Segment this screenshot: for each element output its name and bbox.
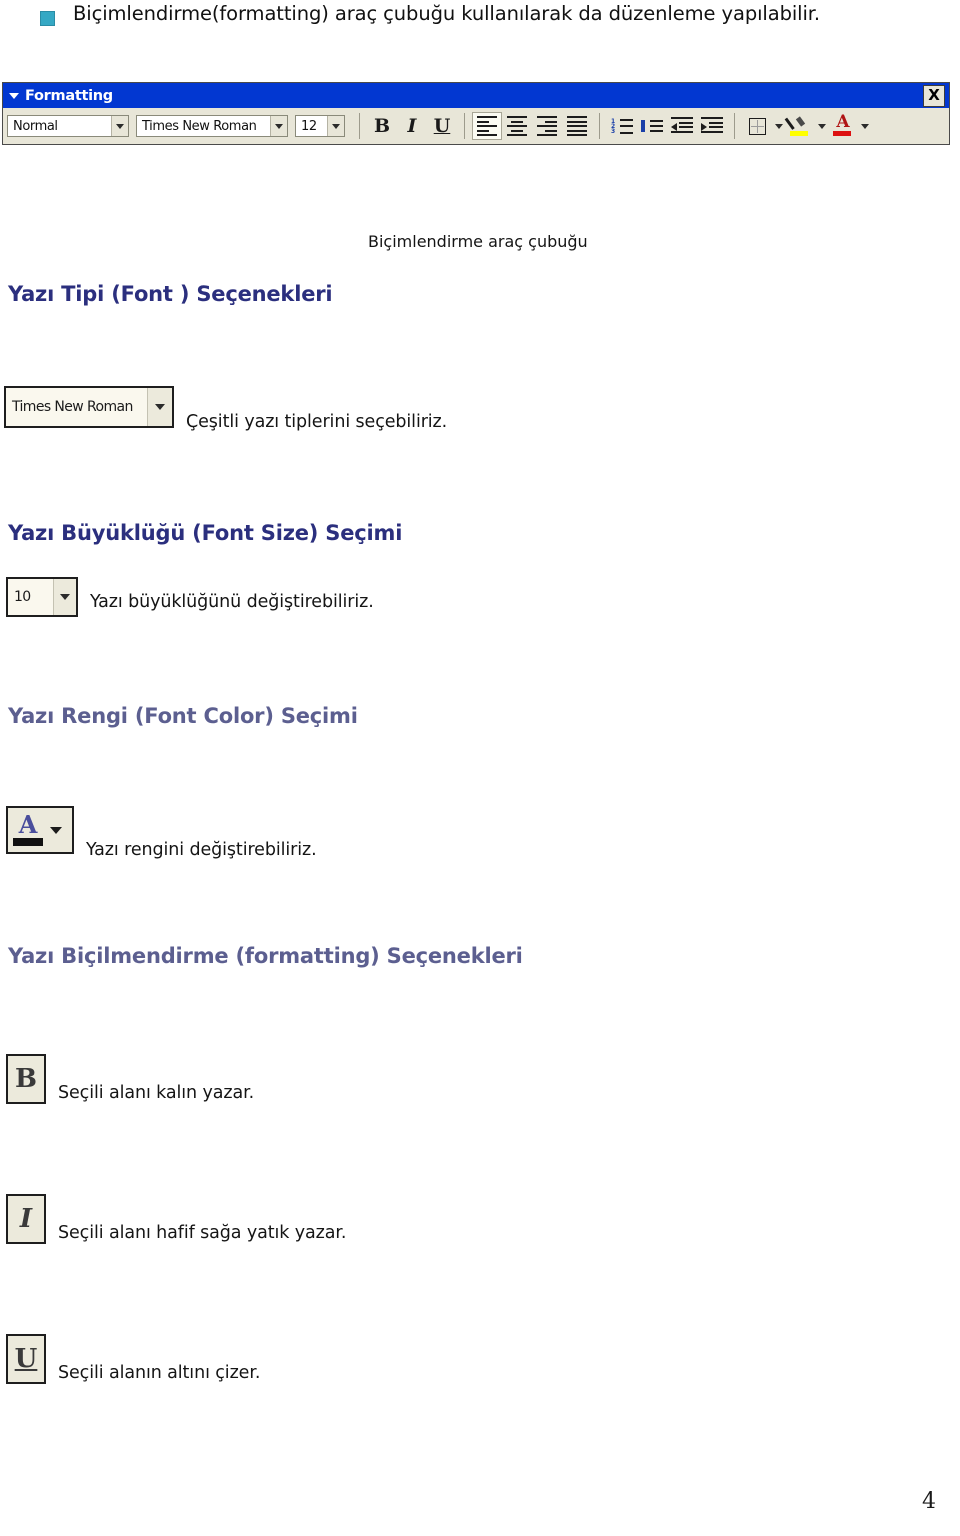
bold-description: Seçili alanı kalın yazar. [58,1083,255,1103]
bulleted-list-button[interactable] [637,112,667,140]
align-justify-icon [567,116,587,136]
font-size-dropdown-value: 12 [301,118,317,134]
numbered-list-icon: 123 [611,118,633,134]
underline-button[interactable]: U [427,112,457,140]
formatting-toolbar[interactable]: Formatting X Normal Times New Roman 12 B… [2,82,950,145]
underline-icon: U [433,114,451,137]
chevron-down-icon[interactable] [9,92,19,99]
borders-split-button[interactable] [742,112,785,140]
toolbar-titlebar[interactable]: Formatting X [3,83,949,108]
underline-button-screenshot[interactable]: U [6,1334,46,1384]
font-color-dropdown-arrow-icon[interactable] [858,113,871,139]
align-center-button[interactable] [502,112,532,140]
italic-icon: I [407,114,417,137]
font-color-split-button[interactable]: A [828,112,871,140]
section-heading-font-type: Yazı Tipi (Font ) Seçenekleri [8,282,333,306]
font-name-dropdown-screenshot[interactable]: Times New Roman [4,386,174,428]
increase-indent-button[interactable] [697,112,727,140]
underline-screenshot-icon: U [14,1344,38,1374]
decrease-indent-icon [671,117,693,135]
highlight-dropdown-arrow-icon[interactable] [815,113,828,139]
page-number: 4 [922,1489,936,1514]
bold-screenshot-icon: B [15,1064,37,1094]
toolbar-separator [359,113,360,139]
toolbar-controls-row: Normal Times New Roman 12 B I U 1 2 3 A [3,108,949,144]
decrease-indent-button[interactable] [667,112,697,140]
font-name-dropdown-value: Times New Roman [142,118,257,134]
bulleted-list-icon [641,120,663,132]
font-color-screenshot-bar [13,838,43,846]
section-heading-formatting: Yazı Biçilmendirme (formatting) Seçenekl… [8,944,523,968]
intro-bullet-line: Biçimlendirme(formatting) araç çubuğu ku… [40,2,820,26]
section-heading-font-color: Yazı Rengi (Font Color) Seçimi [8,704,358,728]
highlight-split-button[interactable] [784,112,828,140]
font-name-dropdown-arrow-icon[interactable] [270,116,287,136]
font-color-screenshot-icon: A [13,813,43,847]
align-left-icon [477,116,497,136]
style-dropdown-arrow-icon[interactable] [111,116,128,136]
font-color-letter: A [836,112,850,132]
increase-indent-icon [701,117,723,135]
intro-bullet-text: Biçimlendirme(formatting) araç çubuğu ku… [73,2,821,25]
font-size-screenshot-value: 10 [14,589,31,605]
toolbar-caption: Biçimlendirme araç çubuğu [368,232,588,251]
bold-icon: B [373,114,391,137]
numbered-list-button[interactable]: 123 [607,112,637,140]
bold-button-screenshot[interactable]: B [6,1054,46,1104]
underline-description: Seçili alanın altını çizer. [58,1363,261,1383]
highlight-pen-icon [784,115,811,137]
bullet-square-icon [40,11,55,26]
toolbar-separator [464,113,465,139]
font-name-screenshot-value: Times New Roman [12,399,133,415]
style-dropdown[interactable]: Normal [7,115,129,137]
toolbar-separator [599,113,600,139]
section-description-font-type: Çeşitli yazı tiplerini seçebiliriz. [186,412,448,432]
font-size-dropdown-arrow-icon[interactable] [327,116,344,136]
close-icon[interactable]: X [923,85,945,107]
font-size-dropdown[interactable]: 12 [295,115,345,137]
align-right-button[interactable] [532,112,562,140]
italic-button-screenshot[interactable]: I [6,1194,46,1244]
font-color-screenshot-letter: A [18,810,38,839]
font-size-screenshot-arrow-icon[interactable] [53,579,76,615]
align-justify-button[interactable] [562,112,592,140]
font-color-button-screenshot[interactable]: A [6,806,74,854]
borders-dropdown-arrow-icon[interactable] [772,113,785,139]
font-color-button[interactable]: A [828,112,858,140]
borders-icon [748,117,766,135]
font-color-icon: A [832,112,854,137]
borders-button[interactable] [742,112,772,140]
toolbar-separator [734,113,735,139]
bold-button[interactable]: B [367,112,397,140]
font-name-screenshot-arrow-icon[interactable] [147,388,172,426]
highlight-button[interactable] [784,112,815,140]
italic-button[interactable]: I [397,112,427,140]
align-left-button[interactable] [472,112,502,140]
style-dropdown-value: Normal [13,118,58,134]
section-description-font-color: Yazı rengini değiştirebiliriz. [86,840,317,860]
italic-screenshot-icon: I [19,1204,33,1234]
section-heading-font-size: Yazı Büyüklüğü (Font Size) Seçimi [8,521,403,545]
toolbar-title: Formatting [25,87,113,104]
font-color-screenshot-arrow-icon[interactable] [50,826,62,834]
font-size-dropdown-screenshot[interactable]: 10 [6,577,78,617]
font-name-dropdown[interactable]: Times New Roman [136,115,288,137]
italic-description: Seçili alanı hafif sağa yatık yazar. [58,1223,347,1243]
align-center-icon [507,116,527,136]
align-right-icon [537,116,557,136]
section-description-font-size: Yazı büyüklüğünü değiştirebiliriz. [90,592,374,612]
